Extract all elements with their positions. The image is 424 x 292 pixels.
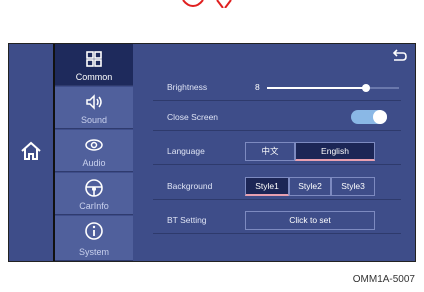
background-label: Background — [167, 181, 213, 191]
language-option-chinese[interactable]: 中文 — [245, 142, 295, 161]
settings-panel: Brightness 8 Close Screen Language 中文 En… — [133, 44, 415, 261]
info-icon — [85, 222, 103, 240]
settings-nav: Common Sound Audio CarInfo System — [55, 44, 133, 261]
language-row: Language 中文 English — [153, 136, 401, 165]
nav-label: Common — [75, 72, 113, 82]
decorative-mark — [182, 0, 232, 8]
close-screen-label: Close Screen — [167, 112, 219, 122]
brightness-row: Brightness 8 — [153, 72, 401, 101]
speaker-icon — [86, 94, 102, 110]
grid-icon — [86, 51, 102, 67]
nav-label: System — [78, 247, 109, 257]
nav-item-common[interactable]: Common — [55, 44, 133, 86]
background-option-style3[interactable]: Style3 — [331, 177, 375, 196]
background-row: Background Style1 Style2 Style3 — [153, 171, 401, 200]
steering-wheel-icon — [85, 179, 103, 197]
close-screen-toggle[interactable] — [351, 110, 387, 124]
brightness-value: 8 — [255, 82, 260, 92]
bt-setting-button[interactable]: Click to set — [245, 211, 375, 230]
toggle-knob — [373, 110, 387, 124]
home-icon[interactable] — [19, 139, 43, 163]
nav-label: CarInfo — [79, 201, 109, 211]
home-column — [9, 44, 55, 261]
audio-wave-icon — [85, 139, 103, 151]
close-screen-row: Close Screen — [153, 102, 401, 131]
figure-caption: OMM1A-5007 — [352, 274, 415, 285]
back-arrow-icon[interactable] — [391, 49, 407, 63]
nav-label: Audio — [82, 158, 106, 168]
brightness-label: Brightness — [167, 82, 208, 92]
language-option-english[interactable]: English — [295, 142, 375, 161]
brightness-slider-fill — [267, 87, 366, 89]
nav-item-audio[interactable]: Audio — [55, 130, 133, 172]
nav-label: Sound — [80, 115, 108, 125]
nav-item-system[interactable]: System — [55, 216, 133, 261]
background-option-style2[interactable]: Style2 — [289, 177, 331, 196]
bt-setting-row: BT Setting Click to set — [153, 205, 401, 234]
head-unit-screen: Common Sound Audio CarInfo System Bright… — [8, 43, 416, 262]
nav-item-sound[interactable]: Sound — [55, 87, 133, 129]
background-option-style1[interactable]: Style1 — [245, 177, 289, 196]
brightness-slider[interactable] — [267, 84, 399, 92]
nav-item-carinfo[interactable]: CarInfo — [55, 173, 133, 215]
brightness-slider-handle[interactable] — [362, 84, 370, 92]
language-label: Language — [167, 146, 205, 156]
bt-setting-label: BT Setting — [167, 215, 207, 225]
